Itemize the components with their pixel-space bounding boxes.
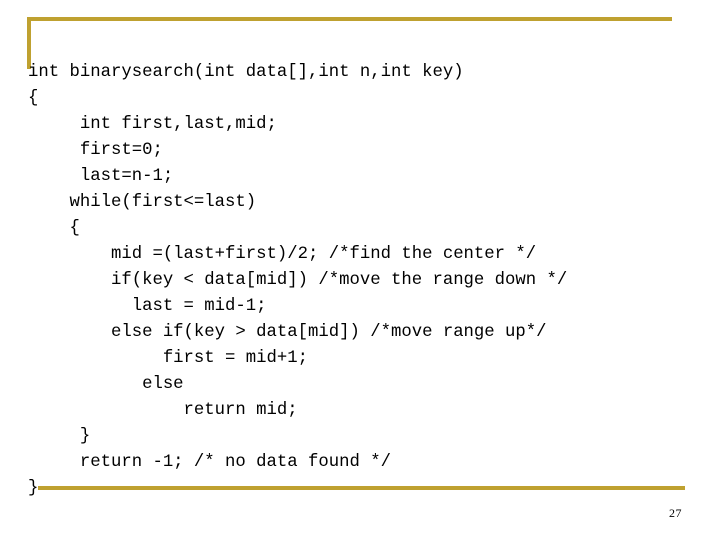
code-line: else if(key > data[mid]) /*move range up… (28, 323, 547, 342)
page-number: 27 (669, 506, 682, 520)
code-block: int binarysearch(int data[],int n,int ke… (0, 60, 720, 502)
code-line: int binarysearch(int data[],int n,int ke… (28, 63, 464, 82)
code-line: last=n-1; (28, 167, 174, 186)
code-line: if(key < data[mid]) /*move the range dow… (28, 271, 568, 290)
code-line: else (28, 375, 184, 394)
code-line: int first,last,mid; (28, 115, 277, 134)
code-line: { (28, 89, 39, 108)
code-line: mid =(last+first)/2; /*find the center *… (28, 245, 537, 264)
code-line: first = mid+1; (28, 349, 309, 368)
accent-rule-top (27, 17, 672, 21)
code-line: } (28, 427, 91, 446)
code-line: while(first<=last) (28, 193, 257, 212)
code-line: return mid; (28, 401, 298, 420)
code-line: } (28, 479, 39, 498)
code-line: return -1; /* no data found */ (28, 453, 391, 472)
code-line: first=0; (28, 141, 163, 160)
slide-canvas: int binarysearch(int data[],int n,int ke… (0, 0, 720, 540)
code-line: last = mid-1; (28, 297, 267, 316)
code-line: { (28, 219, 80, 238)
